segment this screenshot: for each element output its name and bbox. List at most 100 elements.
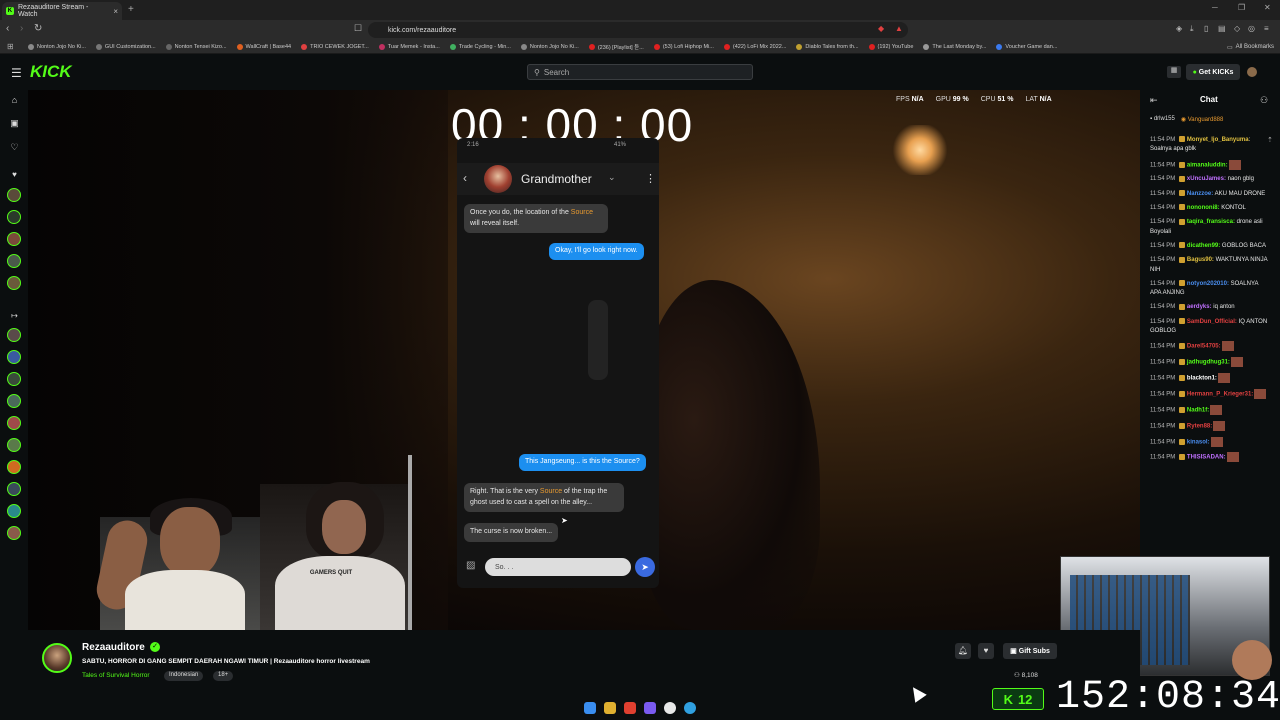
hamburger-menu-icon[interactable]: ☰	[11, 66, 22, 80]
browser-tab[interactable]: K Rezaauditore Stream - Watch ×	[2, 2, 122, 20]
tab-close-icon[interactable]: ×	[113, 7, 118, 16]
collapse-chat-icon[interactable]: ⇤	[1150, 95, 1158, 106]
edge-icon[interactable]	[684, 702, 696, 714]
apps-grid-icon[interactable]: ⊞	[7, 42, 14, 51]
chat-username[interactable]: Hermann_P_Krieger31:	[1187, 392, 1253, 398]
chrome-icon[interactable]	[664, 702, 676, 714]
streamer-name[interactable]: Rezaauditore	[82, 642, 145, 653]
stream-category[interactable]: Tales of Survival Horror	[82, 672, 150, 679]
forward-icon[interactable]: ›	[20, 23, 23, 34]
sidebar-channel-avatar[interactable]	[7, 394, 21, 408]
sidebar-channel-avatar[interactable]	[7, 254, 21, 268]
sidebar-channel-avatar[interactable]	[7, 416, 21, 430]
sidebar-channel-avatar[interactable]	[7, 350, 21, 364]
new-tab-button[interactable]: +	[128, 4, 134, 15]
sidebar-channel-avatar[interactable]	[7, 504, 21, 518]
chat-username[interactable]: aimanaluddin:	[1187, 162, 1228, 168]
minimize-button[interactable]: ─	[1212, 3, 1218, 12]
profile-icon[interactable]: ◎	[1248, 24, 1255, 33]
bookmark-item[interactable]: Tuar Memek - Insta...	[378, 43, 440, 50]
bookmark-item[interactable]: Nonton Tensei Kizo...	[165, 43, 227, 50]
chat-username[interactable]: kinasol:	[1187, 439, 1210, 445]
share-icon[interactable]: ◇	[1234, 24, 1240, 33]
brave-browser-icon[interactable]	[624, 702, 636, 714]
tag-age[interactable]: 18+	[213, 671, 234, 681]
bookmark-item[interactable]: Voucher Game dan...	[996, 43, 1057, 50]
notification-bell-icon[interactable]: 🔔︎	[955, 643, 971, 659]
sidebar-channel-avatar[interactable]	[7, 276, 21, 290]
extension-alert-icon[interactable]: ▲	[895, 24, 903, 33]
gift-subs-button[interactable]: ▣ Gift Subs	[1003, 643, 1057, 659]
top-user[interactable]: ▪ drlw155	[1150, 116, 1175, 123]
follow-heart-icon[interactable]: ♥	[978, 643, 994, 659]
search-input[interactable]: ⚲ Search	[527, 64, 753, 80]
bookmark-item[interactable]: TRIO CEWEK JOGET...	[301, 43, 369, 50]
close-window-button[interactable]: ✕	[1264, 3, 1271, 12]
bookmark-item[interactable]: Trade Cycling - Min...	[449, 43, 511, 50]
chat-username[interactable]: Nanzzoe:	[1187, 191, 1213, 197]
sidebar-channel-avatar[interactable]	[7, 328, 21, 342]
chat-username[interactable]: Monyet_Ijo_Banyuma	[1187, 137, 1249, 143]
sidebar-channel-avatar[interactable]	[7, 188, 21, 202]
get-kicks-button[interactable]: ● Get KICKs	[1186, 64, 1240, 80]
favorites-heart-icon[interactable]: ♥	[8, 168, 21, 181]
chat-username[interactable]: Ryten88:	[1187, 423, 1212, 429]
chat-username[interactable]: Darel54705:	[1187, 344, 1221, 350]
bookmark-item[interactable]: (422) LoFi Mix 2022...	[723, 43, 786, 50]
bookmark-item[interactable]: (53) Lofi Hiphop Mi...	[653, 43, 714, 50]
chat-username[interactable]: nonononi8:	[1187, 205, 1220, 211]
browse-grid-icon[interactable]: ▦	[1167, 66, 1181, 78]
bookmark-item[interactable]: GUI Customization...	[95, 43, 156, 50]
sidebar-channel-avatar[interactable]	[7, 438, 21, 452]
kick-logo[interactable]: KICK	[30, 62, 72, 82]
bookmark-item[interactable]: Diablo Tales from th...	[796, 43, 859, 50]
bookmark-item[interactable]: WallCraft | Base44	[236, 43, 291, 50]
sidebar-channel-avatar[interactable]	[7, 482, 21, 496]
extension-shield-icon[interactable]: ◆	[878, 24, 884, 33]
chat-username[interactable]: aerdyks:	[1187, 304, 1212, 310]
user-avatar[interactable]	[1247, 67, 1257, 77]
download-icon[interactable]: ⤓	[1190, 24, 1194, 34]
back-icon[interactable]: ‹	[6, 23, 9, 34]
chat-users-icon[interactable]: ⚇	[1260, 95, 1268, 106]
chat-username[interactable]: Nadh1f:	[1187, 407, 1209, 413]
tag-language[interactable]: Indonesian	[164, 671, 204, 681]
extensions-icon[interactable]: ◈	[1176, 24, 1182, 33]
expand-arrows-icon[interactable]: ↦	[8, 309, 21, 322]
chat-username[interactable]: jadhugdhug31:	[1187, 360, 1230, 366]
browse-icon[interactable]: ▣	[8, 117, 21, 130]
reload-icon[interactable]: ↻	[34, 23, 42, 34]
top-user[interactable]: ◉ Vanguard888	[1181, 116, 1224, 123]
chat-username[interactable]: notyon202010:	[1187, 281, 1229, 287]
streamer-avatar[interactable]	[42, 643, 72, 673]
chat-username[interactable]: Bagus90:	[1187, 257, 1214, 263]
sidebar-channel-avatar[interactable]	[7, 460, 21, 474]
sidebar-channel-avatar[interactable]	[7, 526, 21, 540]
chat-username[interactable]: THISISADAN:	[1187, 455, 1226, 461]
bookmark-item[interactable]: Nonton Jojo No Ki...	[520, 43, 579, 50]
menu-icon[interactable]: ≡	[1264, 24, 1269, 33]
following-icon[interactable]: ♡	[8, 141, 21, 154]
maximize-button[interactable]: ❐	[1238, 3, 1245, 12]
bookmark-item[interactable]: The Last Monday by...	[923, 43, 986, 50]
chat-username[interactable]: SamDun_Official:	[1187, 319, 1237, 325]
all-bookmarks-button[interactable]: ▭ All Bookmarks	[1227, 40, 1274, 54]
chat-username[interactable]: blackton1:	[1187, 376, 1217, 382]
reader-icon[interactable]: ▤	[1218, 24, 1226, 33]
discord-icon[interactable]	[644, 702, 656, 714]
windows-start-icon[interactable]	[584, 702, 596, 714]
bookmark-item[interactable]: (192) YouTube	[868, 43, 913, 50]
file-explorer-icon[interactable]	[604, 702, 616, 714]
bookmark-item[interactable]: (236) [Playlist] 듣...	[588, 43, 644, 51]
sidebar-icon[interactable]: ▯	[1204, 24, 1208, 33]
bookmark-item[interactable]: Nonton Jojo No Ki...	[28, 43, 86, 50]
chat-username[interactable]: taqira_fransisca:	[1187, 219, 1235, 225]
url-field[interactable]: kick.com/rezaauditore	[368, 22, 908, 38]
chat-username[interactable]: dicathen99:	[1187, 243, 1220, 249]
home-icon[interactable]: ⌂	[8, 94, 21, 107]
sidebar-channel-avatar[interactable]	[7, 232, 21, 246]
sidebar-channel-avatar[interactable]	[7, 210, 21, 224]
bookmark-star-icon[interactable]: ☐	[354, 23, 362, 34]
chat-username[interactable]: xUncuJames:	[1187, 176, 1226, 182]
sidebar-channel-avatar[interactable]	[7, 372, 21, 386]
